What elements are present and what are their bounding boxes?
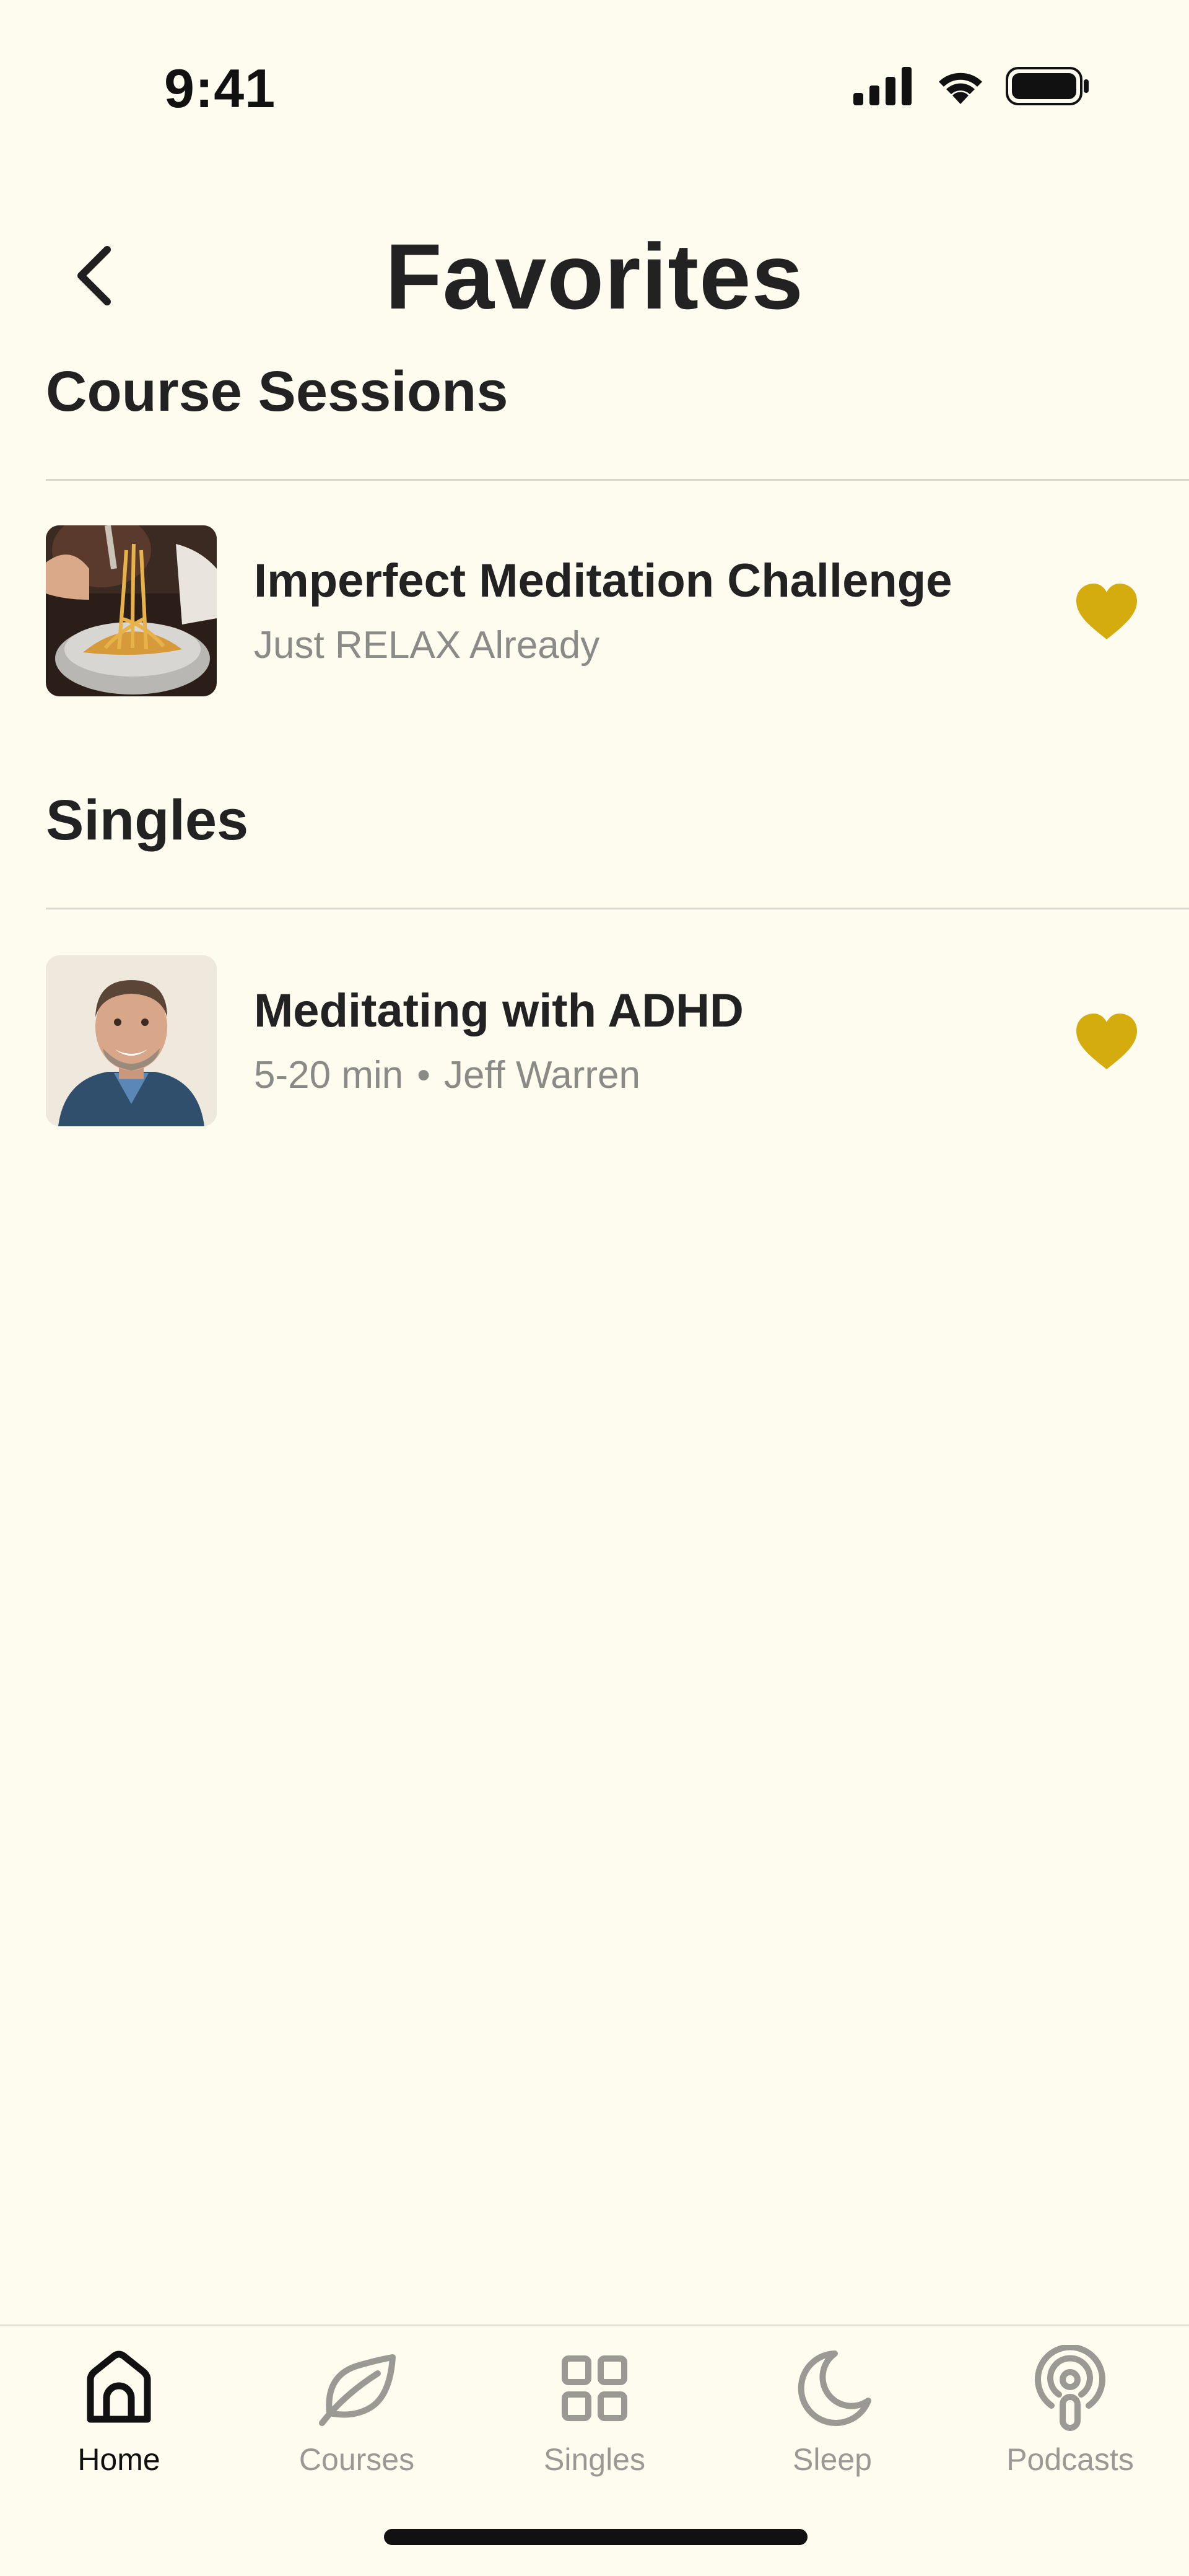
wifi-icon [939,72,982,104]
status-bar: 9:41 [0,0,1189,173]
tab-home[interactable]: Home [0,2339,238,2500]
tab-label: Sleep [793,2442,872,2477]
separator-dot: • [417,1054,430,1097]
tab-sleep[interactable]: Sleep [713,2339,951,2500]
battery-icon [1006,67,1089,105]
item-subtitle: 5-20 min • Jeff Warren [254,1053,640,1097]
item-author: Jeff Warren [443,1054,640,1097]
leaf-icon [319,2354,396,2426]
tab-label: Home [77,2442,160,2477]
list-item-imperfect-meditation-challenge[interactable]: Imperfect Meditation Challenge Just RELA… [46,525,1143,699]
cellular-signal-icon [853,67,912,105]
section-heading-course-sessions: Course Sessions [46,360,508,423]
grid-icon [562,2355,627,2421]
tab-singles[interactable]: Singles [476,2339,713,2500]
section-heading-singles: Singles [46,789,249,852]
item-title: Imperfect Meditation Challenge [254,554,952,607]
header: Favorites [0,198,1189,347]
tab-label: Courses [298,2442,415,2477]
list-item-meditating-with-adhd[interactable]: Meditating with ADHD 5-20 min • Jeff Warre… [46,955,1143,1129]
status-icons [853,67,1090,105]
page-title: Favorites [385,224,804,328]
tab-courses[interactable]: Courses [238,2339,476,2500]
heart-icon[interactable] [1073,581,1141,643]
item-title: Meditating with ADHD [254,984,744,1037]
divider [46,479,1189,481]
podcast-icon [1035,2345,1105,2431]
item-subtitle: Just RELAX Already [254,624,600,667]
item-duration: 5-20 min [254,1054,404,1097]
status-time: 9:41 [164,58,276,119]
tab-label: Singles [544,2442,645,2477]
home-icon [87,2350,151,2423]
thumbnail-image-portrait [46,955,217,1126]
tab-podcasts[interactable]: Podcasts [951,2339,1189,2500]
thumbnail-image-noodles [46,525,217,696]
tab-label: Podcasts [1006,2442,1134,2477]
home-indicator[interactable] [384,2529,808,2545]
moon-icon [798,2350,871,2426]
divider [46,908,1189,909]
heart-icon[interactable] [1073,1011,1141,1073]
